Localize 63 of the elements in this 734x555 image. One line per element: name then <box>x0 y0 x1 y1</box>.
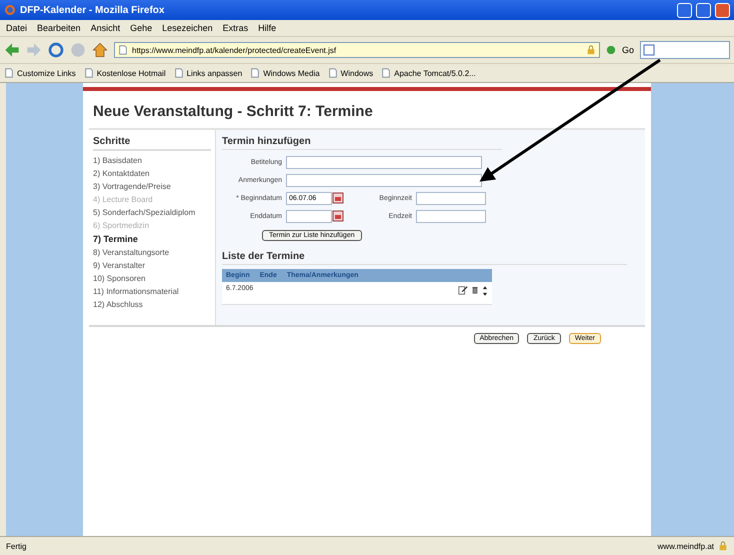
time-field[interactable] <box>416 192 486 204</box>
text-field[interactable] <box>286 174 482 186</box>
section-heading: Termin hinzufügen <box>222 136 502 150</box>
menu-item[interactable]: Datei <box>6 23 28 33</box>
bookmark-icon <box>381 68 392 78</box>
minimize-button[interactable] <box>677 2 692 18</box>
edit-icon <box>458 285 468 295</box>
menu-item[interactable]: Lesezeichen <box>162 23 213 33</box>
search-engine-icon <box>643 44 655 56</box>
home-icon <box>92 42 108 58</box>
bookmark-link[interactable]: Kostenlose Hotmail <box>96 68 166 78</box>
menu-item[interactable]: Gehe <box>130 23 152 33</box>
back-icon <box>4 42 20 58</box>
step-item[interactable]: 3) Vortragende/Preise <box>93 180 211 193</box>
step-item[interactable]: 2) Kontaktdaten <box>93 167 211 180</box>
menu-item[interactable]: Bearbeiten <box>37 23 81 33</box>
bookmark-icon <box>84 68 94 78</box>
step-item[interactable]: 5) Sonderfach/Spezialdiplom <box>93 206 211 219</box>
bookmark-icon <box>4 68 14 78</box>
time-field[interactable] <box>416 210 486 222</box>
bookmark-link[interactable]: Apache Tomcat/5.0.2... <box>394 68 476 78</box>
move-up-icon <box>482 285 488 290</box>
page-icon <box>118 45 128 55</box>
step-item[interactable]: 10) Sponsoren <box>93 272 211 285</box>
step-item[interactable]: 7) Termine <box>93 232 211 246</box>
lock-icon <box>718 541 728 551</box>
bookmark-icon <box>328 68 338 78</box>
step-item[interactable]: 1) Basisdaten <box>93 154 211 167</box>
maximize-button[interactable] <box>696 2 711 18</box>
text-field[interactable] <box>286 156 482 168</box>
close-button[interactable] <box>715 2 730 18</box>
bookmark-link[interactable]: Windows <box>340 68 374 78</box>
go-icon <box>606 45 616 55</box>
go-button[interactable]: Go <box>622 45 634 55</box>
step-item[interactable]: 11) Informationsmaterial <box>93 285 211 298</box>
step-item[interactable]: 9) Veranstalter <box>93 259 211 272</box>
window-title: DFP-Kalender - Mozilla Firefox <box>20 4 166 16</box>
menu-item[interactable]: Hilfe <box>258 23 276 33</box>
address-field[interactable]: https://www.meindfp.at/kalender/protected/createEvent.jsf <box>114 42 600 58</box>
bookmark-link[interactable]: Windows Media <box>263 68 320 78</box>
status-domain: www.meindfp.at <box>658 542 714 550</box>
move-down-icon <box>482 292 488 297</box>
menu-item[interactable]: Extras <box>222 23 248 33</box>
lock-icon <box>586 45 596 55</box>
date-field[interactable] <box>286 210 332 222</box>
bookmark-icon <box>250 68 260 78</box>
steps-heading: Schritte <box>93 136 211 151</box>
bookmark-icon <box>174 68 184 78</box>
reload-icon <box>48 42 64 58</box>
calendar-icon <box>332 192 344 204</box>
trash-icon <box>471 285 479 295</box>
stop-icon <box>70 42 86 58</box>
bookmark-link[interactable]: Customize Links <box>17 68 76 78</box>
bookmark-link[interactable]: Links anpassen <box>186 68 242 78</box>
step-item[interactable]: 8) Veranstaltungsorte <box>93 246 211 259</box>
calendar-icon <box>332 210 344 222</box>
page-title: Neue Veranstaltung - Schritt 7: Termine <box>92 102 374 122</box>
forward-icon <box>26 42 42 58</box>
status-text: Fertig <box>6 542 28 550</box>
search-field[interactable] <box>640 41 730 59</box>
step-item[interactable]: 12) Abschluss <box>93 298 211 311</box>
section-heading: Liste der Termine <box>222 251 627 265</box>
menu-item[interactable]: Ansicht <box>90 23 120 33</box>
